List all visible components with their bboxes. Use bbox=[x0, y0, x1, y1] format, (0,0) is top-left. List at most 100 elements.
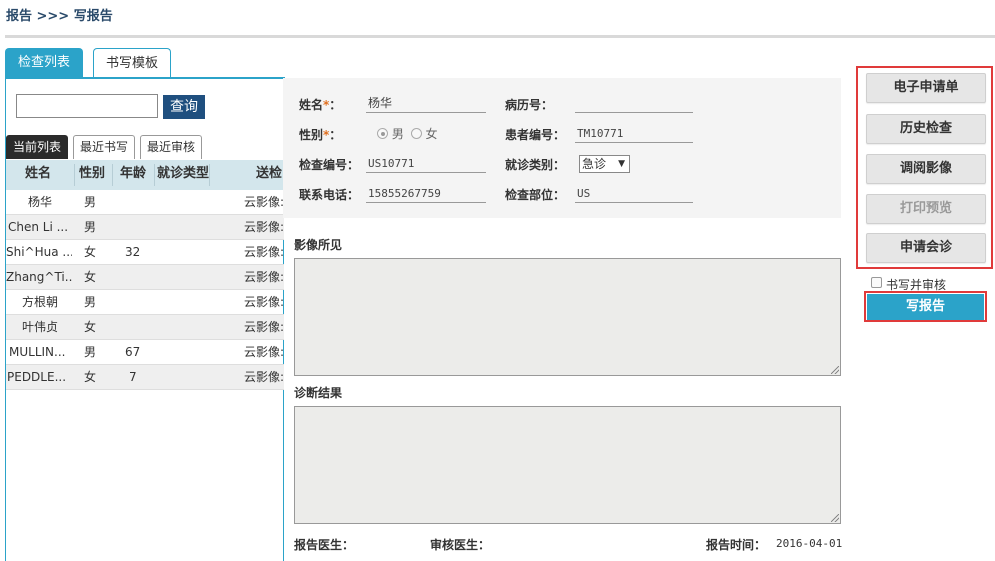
reviewer-label: 审核医生： bbox=[430, 538, 491, 552]
cell-sex: 女 bbox=[84, 245, 97, 259]
cell-name: Chen Li ... bbox=[8, 220, 69, 234]
cell-age: 7 bbox=[129, 370, 137, 384]
cell-visit-type bbox=[156, 340, 210, 364]
column-header-visit-type[interactable]: 就诊类型 bbox=[156, 160, 210, 190]
cell-sex: 女 bbox=[84, 270, 97, 284]
history-exam-button[interactable]: 历史检查 bbox=[866, 114, 986, 144]
visit-type-select[interactable]: 急诊 ▼ bbox=[579, 155, 630, 173]
cell-send: 云影像: bbox=[244, 320, 284, 334]
tab-writing-template[interactable]: 书写模板 bbox=[93, 48, 171, 78]
record-no-label: 病历号： bbox=[505, 98, 554, 112]
column-divider bbox=[112, 164, 113, 186]
subtab-current-list[interactable]: 当前列表 bbox=[6, 135, 68, 159]
tab-exam-list[interactable]: 检查列表 bbox=[5, 48, 83, 78]
exam-no-label: 检查编号： bbox=[299, 158, 360, 172]
cell-name: 叶伟贞 bbox=[21, 320, 58, 334]
cell-send: 云影像: bbox=[244, 195, 284, 209]
exam-part-field[interactable]: US bbox=[575, 185, 693, 203]
cell-sex: 男 bbox=[84, 195, 97, 209]
phone-label: 联系电话： bbox=[299, 188, 360, 202]
table-row[interactable]: Shi^Hua ... 女 32 云影像: bbox=[6, 240, 284, 265]
name-label-text: 姓名 bbox=[299, 98, 324, 112]
cell-visit-type bbox=[156, 265, 210, 289]
diagnosis-textarea[interactable] bbox=[294, 406, 841, 524]
table-row[interactable]: Zhang^Ti... 女 云影像: bbox=[6, 265, 284, 290]
print-preview-button[interactable]: 打印预览 bbox=[866, 194, 986, 224]
sex-female-radio[interactable] bbox=[410, 128, 422, 139]
diagnosis-title: 诊断结果 bbox=[294, 386, 343, 400]
request-consult-button[interactable]: 申请会诊 bbox=[866, 233, 986, 263]
report-time-value: 2016-04-01 bbox=[776, 537, 843, 550]
column-header-age[interactable]: 年龄 bbox=[116, 160, 150, 190]
table-row[interactable]: Chen Li ... 男 云影像: bbox=[6, 215, 284, 240]
column-header-sex[interactable]: 性别 bbox=[76, 160, 108, 190]
sex-radio-group: 男 女 bbox=[377, 125, 438, 142]
visit-type-value: 急诊 bbox=[582, 157, 607, 171]
search-input[interactable] bbox=[16, 94, 158, 118]
exam-part-label: 检查部位： bbox=[505, 188, 566, 202]
column-divider bbox=[74, 164, 75, 186]
write-report-button[interactable]: 写报告 bbox=[867, 294, 984, 320]
cell-send: 云影像: bbox=[244, 245, 284, 259]
resize-grip-icon[interactable] bbox=[831, 514, 839, 522]
cell-name: MULLIN... bbox=[9, 345, 66, 359]
sex-male-label: 男 bbox=[391, 127, 404, 141]
findings-textarea[interactable] bbox=[294, 258, 841, 376]
table-row[interactable]: MULLIN... 男 67 云影像: bbox=[6, 340, 284, 365]
cell-sex: 男 bbox=[84, 345, 97, 359]
cell-send: 云影像: bbox=[244, 370, 284, 384]
record-no-field[interactable] bbox=[575, 95, 693, 113]
write-and-review-checkbox[interactable] bbox=[871, 277, 882, 288]
cell-age bbox=[120, 315, 150, 339]
patient-no-label: 患者编号： bbox=[505, 128, 566, 142]
cell-send: 云影像: bbox=[244, 220, 284, 234]
resize-grip-icon[interactable] bbox=[831, 366, 839, 374]
cell-send: 云影像: bbox=[244, 295, 284, 309]
view-image-button[interactable]: 调阅影像 bbox=[866, 154, 986, 184]
report-time-label: 报告时间： bbox=[706, 538, 767, 552]
search-button[interactable]: 查询 bbox=[163, 95, 205, 119]
cell-name: Shi^Hua ... bbox=[6, 245, 72, 259]
table-row[interactable]: PEDDLE... 女 7 云影像: bbox=[6, 365, 284, 390]
cell-name: PEDDLE... bbox=[7, 370, 67, 384]
table-row[interactable]: 杨华 男 云影像: bbox=[6, 190, 284, 215]
cell-name: 方根朝 bbox=[21, 295, 58, 309]
visit-type-label: 就诊类别： bbox=[505, 158, 566, 172]
column-divider bbox=[209, 164, 210, 186]
table-row[interactable]: 叶伟贞 女 云影像: bbox=[6, 315, 284, 340]
sex-male-radio[interactable] bbox=[377, 128, 388, 139]
cell-age: 32 bbox=[125, 245, 141, 259]
e-request-button[interactable]: 电子申请单 bbox=[866, 73, 986, 103]
cell-name: 杨华 bbox=[27, 195, 52, 209]
cell-age bbox=[120, 215, 150, 239]
subtab-recent-reviewed[interactable]: 最近审核 bbox=[140, 135, 202, 159]
cell-sex: 男 bbox=[84, 220, 97, 234]
cell-age bbox=[120, 190, 150, 214]
sex-label: 性别*： bbox=[299, 126, 341, 143]
table-header: 姓名 性别 年龄 就诊类型 送检 bbox=[6, 160, 284, 190]
column-divider bbox=[154, 164, 155, 186]
exam-no-field[interactable]: US10771 bbox=[366, 155, 486, 173]
column-header-name[interactable]: 姓名 bbox=[6, 160, 70, 190]
cell-send: 云影像: bbox=[244, 345, 284, 359]
patient-no-field[interactable]: TM10771 bbox=[575, 125, 693, 143]
label-colon: ： bbox=[329, 128, 342, 142]
cell-age bbox=[120, 290, 150, 314]
subtab-recent-written[interactable]: 最近书写 bbox=[73, 135, 135, 159]
cell-visit-type bbox=[156, 315, 210, 339]
phone-field[interactable]: 15855267759 bbox=[366, 185, 486, 203]
name-field[interactable]: 杨华 bbox=[366, 95, 486, 113]
sex-female-label: 女 bbox=[425, 127, 438, 141]
cell-visit-type bbox=[156, 190, 210, 214]
breadcrumb-divider bbox=[5, 35, 995, 38]
name-label: 姓名*： bbox=[299, 96, 341, 113]
cell-send: 云影像: bbox=[244, 270, 284, 284]
table-row[interactable]: 方根朝 男 云影像: bbox=[6, 290, 284, 315]
sex-label-text: 性别 bbox=[299, 128, 324, 142]
breadcrumb: 报告 >>> 写报告 bbox=[6, 9, 113, 24]
report-doctor-label: 报告医生： bbox=[294, 538, 355, 552]
cell-visit-type bbox=[156, 240, 210, 264]
chevron-down-icon: ▼ bbox=[618, 159, 625, 169]
cell-visit-type bbox=[156, 290, 210, 314]
cell-name: Zhang^Ti... bbox=[6, 270, 72, 284]
